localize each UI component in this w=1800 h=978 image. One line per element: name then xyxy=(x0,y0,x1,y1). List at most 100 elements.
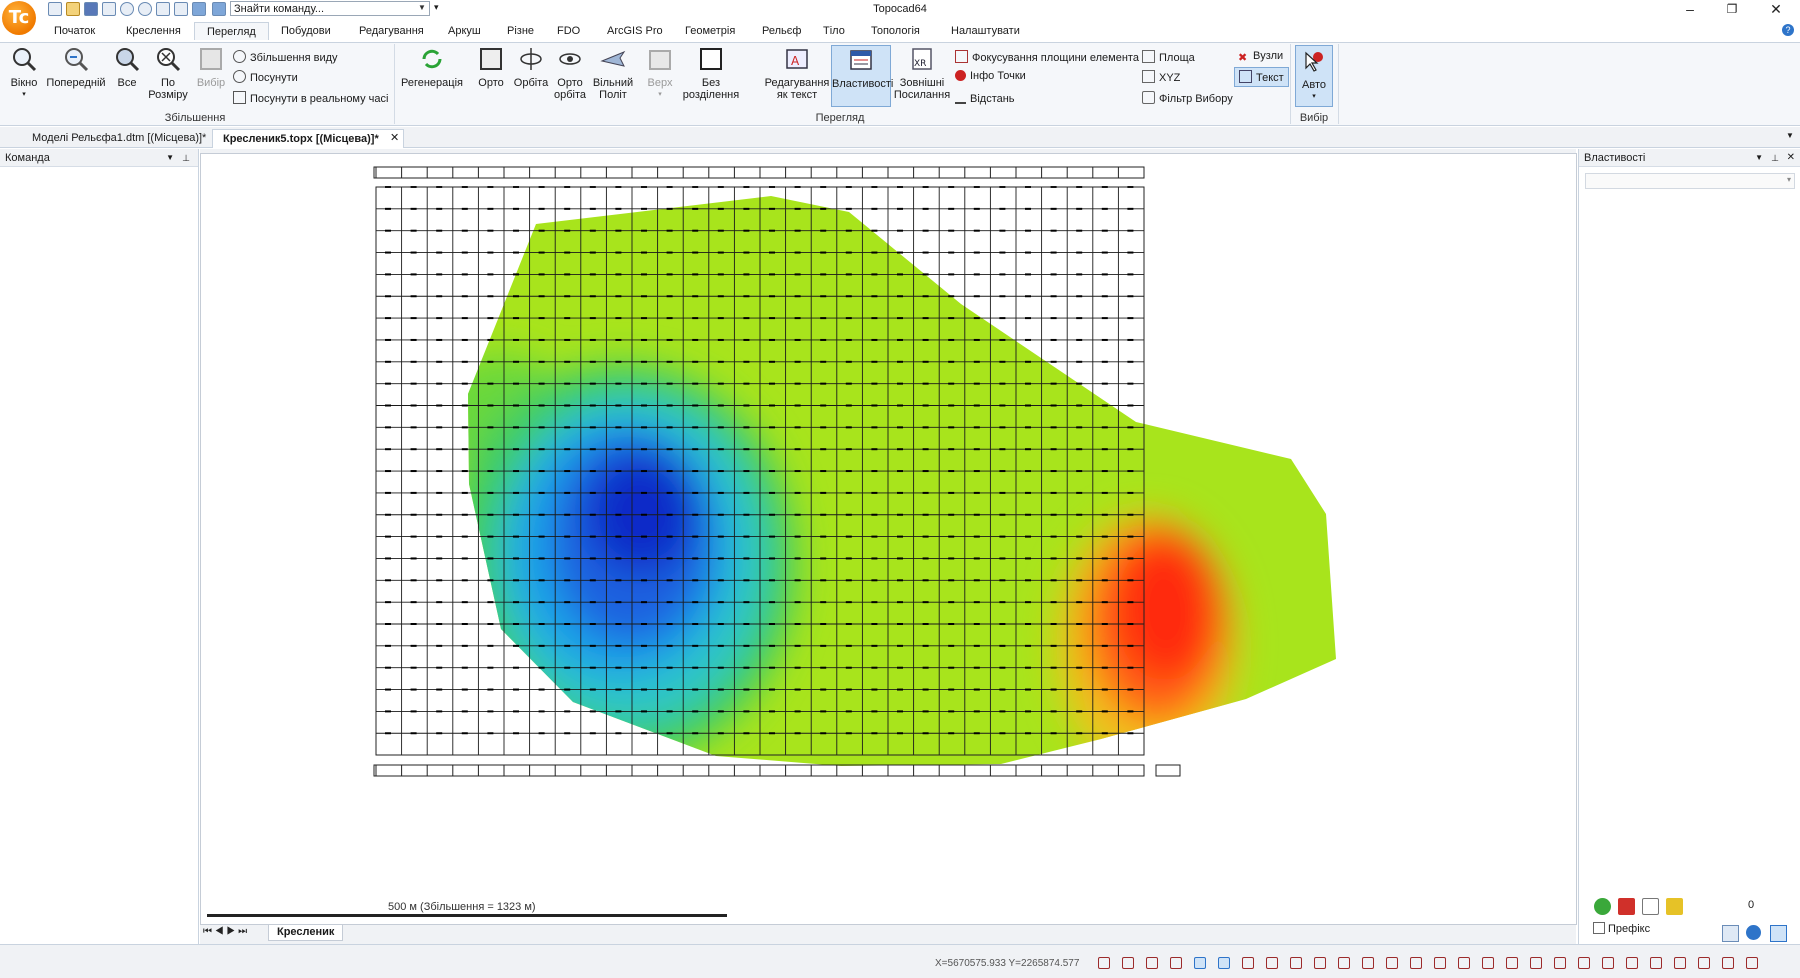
panel-view-icon[interactable] xyxy=(1722,925,1739,942)
tab-fdo[interactable]: FDO xyxy=(557,25,580,37)
prefix-checkbox[interactable]: Префікс xyxy=(1593,922,1650,935)
snap-mode-icon[interactable] xyxy=(1722,957,1734,969)
snap-mode-icon[interactable] xyxy=(1266,957,1278,969)
snap-mode-icon[interactable] xyxy=(1122,957,1134,969)
edit-pencil-icon[interactable] xyxy=(1666,898,1683,915)
delete-icon[interactable] xyxy=(1618,898,1635,915)
restore-button[interactable]: ❐ xyxy=(1712,0,1752,20)
tab-editing[interactable]: Редагування xyxy=(359,25,424,37)
sheet-navigation[interactable]: ⏮ ◀ ▶ ⏭ xyxy=(203,926,247,937)
panel-menu-icon[interactable]: ▼ xyxy=(1755,149,1763,167)
distance-button[interactable]: Відстань xyxy=(955,91,1015,105)
add-icon[interactable] xyxy=(1594,898,1611,915)
pin-icon[interactable]: ⊥ xyxy=(1771,149,1779,167)
snap-mode-icon[interactable] xyxy=(1362,957,1374,969)
nodes-button[interactable]: ✖ Вузли xyxy=(1238,50,1283,64)
pan-button[interactable]: Посунути xyxy=(233,70,298,84)
command-panel-header: Команда ▼ ⊥ xyxy=(0,149,198,167)
table-icon[interactable] xyxy=(1642,898,1659,915)
checkbox-icon[interactable] xyxy=(1593,922,1605,934)
snap-mode-icon[interactable] xyxy=(1290,957,1302,969)
zoom-window-button[interactable]: Вікно ▾ xyxy=(6,46,42,101)
snap-mode-icon[interactable] xyxy=(1194,957,1206,969)
doc-tab-drawing[interactable]: Кресленик5.topx [(Місцева)]* xyxy=(212,129,404,148)
tab-topology[interactable]: Топологія xyxy=(871,25,920,37)
snap-mode-icon[interactable] xyxy=(1746,957,1758,969)
tab-constructions[interactable]: Побудови xyxy=(281,25,331,37)
snap-mode-icon[interactable] xyxy=(1314,957,1326,969)
free-flight-button[interactable]: Вільний Політ xyxy=(591,46,635,101)
snap-mode-icon[interactable] xyxy=(1338,957,1350,969)
tab-sheet[interactable]: Аркуш xyxy=(448,25,481,37)
zoom-all-button[interactable]: Все xyxy=(112,46,142,89)
tab-home[interactable]: Початок xyxy=(54,25,95,37)
drawing-canvas[interactable] xyxy=(200,153,1577,925)
doc-tab-terrain-model[interactable]: Моделі Рельєфа1.dtm [(Місцева)]* xyxy=(22,129,216,148)
tab-drawing[interactable]: Креслення xyxy=(126,25,181,37)
snap-mode-icon[interactable] xyxy=(1602,957,1614,969)
zoom-selection-button[interactable]: Вибір xyxy=(194,46,228,89)
area-button[interactable]: Площа xyxy=(1142,50,1195,64)
pan-realtime-button[interactable]: Посунути в реальному часі xyxy=(233,91,388,105)
snap-mode-icon[interactable] xyxy=(1170,957,1182,969)
edit-as-text-button[interactable]: A Редагування як текст xyxy=(764,46,830,101)
auto-select-button[interactable]: Авто ▾ xyxy=(1295,45,1333,107)
tab-arcgis[interactable]: ArcGIS Pro xyxy=(607,25,663,37)
snap-mode-icon[interactable] xyxy=(1482,957,1494,969)
tabs-menu-icon[interactable]: ▼ xyxy=(1786,131,1794,140)
focus-plane-button[interactable]: Фокусування площини елемента xyxy=(955,50,1139,64)
point-info-button[interactable]: Інфо Точки xyxy=(955,70,1026,82)
tab-body[interactable]: Тіло xyxy=(823,25,845,37)
top-view-button[interactable]: Верх ▾ xyxy=(644,46,676,101)
tab-customize[interactable]: Налаштувати xyxy=(951,25,1020,37)
text-button[interactable]: Текст xyxy=(1234,67,1289,87)
select-filter-button[interactable]: Фільтр Вибору xyxy=(1142,91,1233,105)
xyz-button[interactable]: XYZ xyxy=(1142,70,1180,84)
no-split-button[interactable]: Без розділення xyxy=(680,46,742,101)
regen-button[interactable]: Регенерація xyxy=(400,46,464,89)
snap-mode-icon[interactable] xyxy=(1098,957,1110,969)
close-panel-icon[interactable]: ✕ xyxy=(1787,149,1795,167)
minimize-button[interactable]: – xyxy=(1670,0,1710,20)
snap-mode-icon[interactable] xyxy=(1674,957,1686,969)
help-icon[interactable]: ? xyxy=(1782,24,1794,36)
orbit-button[interactable]: Орбіта xyxy=(511,46,551,89)
ortho-orbit-button[interactable]: Орто орбіта xyxy=(551,46,589,101)
app-logo[interactable]: Tc xyxy=(2,1,36,35)
snap-mode-icon[interactable] xyxy=(1410,957,1422,969)
snap-mode-icon[interactable] xyxy=(1506,957,1518,969)
properties-count: 0 xyxy=(1748,899,1755,911)
sheet-tab-drawing[interactable]: Кресленик xyxy=(268,925,344,941)
help-panel-icon[interactable] xyxy=(1746,925,1761,940)
close-tab-icon[interactable]: ✕ xyxy=(390,131,399,144)
snap-mode-icon[interactable] xyxy=(1650,957,1662,969)
zoom-view-button[interactable]: Збільшення виду xyxy=(233,50,338,64)
snap-mode-icon[interactable] xyxy=(1578,957,1590,969)
zoom-previous-button[interactable]: Попередній xyxy=(44,46,108,89)
zoom-by-size-button[interactable]: По Розміру xyxy=(146,46,190,101)
snap-mode-icon[interactable] xyxy=(1530,957,1542,969)
xref-button[interactable]: XR Зовнішні Посилання xyxy=(892,46,952,101)
snap-mode-icon[interactable] xyxy=(1698,957,1710,969)
snap-mode-icon[interactable] xyxy=(1626,957,1638,969)
tab-geometry[interactable]: Геометрія xyxy=(685,25,735,37)
snap-mode-icon[interactable] xyxy=(1242,957,1254,969)
tab-relief[interactable]: Рельєф xyxy=(762,25,801,37)
properties-button[interactable]: Властивості xyxy=(831,45,893,107)
pin-icon[interactable]: ⊥ xyxy=(182,149,190,167)
panel-menu-icon[interactable]: ▼ xyxy=(166,149,174,167)
close-button[interactable]: ✕ xyxy=(1756,0,1796,20)
properties-selector[interactable]: ▾ xyxy=(1585,173,1795,189)
snap-mode-icon[interactable] xyxy=(1554,957,1566,969)
snap-mode-icon[interactable] xyxy=(1218,957,1230,969)
terrain-surface-map[interactable] xyxy=(201,154,1576,924)
tab-view[interactable]: Перегляд xyxy=(194,22,269,40)
panel-layout-icon[interactable] xyxy=(1770,925,1787,942)
ortho-button[interactable]: Орто xyxy=(474,46,508,89)
snap-mode-icon[interactable] xyxy=(1458,957,1470,969)
snap-mode-icon[interactable] xyxy=(1386,957,1398,969)
snap-mode-icon[interactable] xyxy=(1146,957,1158,969)
snap-mode-icon[interactable] xyxy=(1434,957,1446,969)
chevron-down-icon[interactable]: ▾ xyxy=(1787,175,1791,184)
tab-misc[interactable]: Різне xyxy=(507,25,534,37)
